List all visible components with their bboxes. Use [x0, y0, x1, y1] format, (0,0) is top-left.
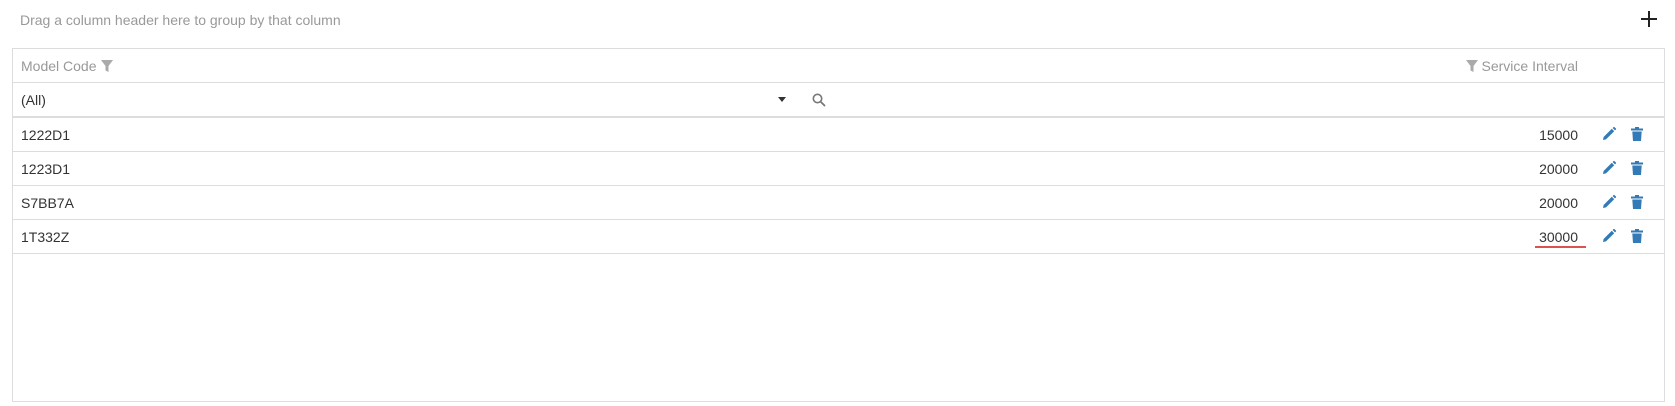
data-grid: Model Code Service Interval (All) 1222D1…: [12, 48, 1665, 402]
service-interval-cell: 20000: [1539, 195, 1578, 211]
table-row[interactable]: S7BB7A 20000: [13, 186, 1664, 220]
search-icon[interactable]: [811, 92, 827, 108]
table-row[interactable]: 1223D1 20000: [13, 152, 1664, 186]
edit-icon[interactable]: [1601, 160, 1617, 176]
plus-icon: [1641, 11, 1657, 27]
model-code-cell: S7BB7A: [21, 195, 74, 211]
table-row[interactable]: 1222D1 15000: [13, 118, 1664, 152]
column-header-service-interval[interactable]: Service Interval: [1465, 58, 1578, 74]
service-interval-cell: 20000: [1539, 161, 1578, 177]
service-interval-cell: 30000: [1535, 229, 1586, 248]
caret-down-icon: [778, 97, 786, 102]
column-header-label: Model Code: [21, 58, 97, 74]
trash-icon[interactable]: [1629, 160, 1645, 176]
model-code-filter-select[interactable]: (All): [13, 83, 803, 116]
group-panel: Drag a column header here to group by th…: [0, 0, 1675, 42]
filter-icon[interactable]: [1465, 59, 1479, 73]
column-header-label: Service Interval: [1481, 58, 1578, 74]
filter-icon[interactable]: [100, 59, 114, 73]
edit-icon[interactable]: [1601, 194, 1617, 210]
table-row[interactable]: 1T332Z 30000: [13, 220, 1664, 254]
header-row: Model Code Service Interval: [13, 49, 1664, 83]
model-code-cell: 1223D1: [21, 161, 71, 177]
trash-icon[interactable]: [1629, 228, 1645, 244]
group-panel-hint: Drag a column header here to group by th…: [20, 12, 341, 28]
model-code-cell: 1T332Z: [21, 229, 70, 245]
model-code-cell: 1222D1: [21, 127, 71, 143]
add-row-button[interactable]: [1638, 8, 1660, 30]
edit-icon[interactable]: [1601, 228, 1617, 244]
trash-icon[interactable]: [1629, 194, 1645, 210]
filter-row: (All): [13, 83, 1664, 118]
filter-select-value: (All): [21, 92, 46, 108]
trash-icon[interactable]: [1629, 126, 1645, 142]
column-header-model-code[interactable]: Model Code: [21, 58, 114, 74]
service-interval-cell: 15000: [1539, 127, 1578, 143]
edit-icon[interactable]: [1601, 126, 1617, 142]
